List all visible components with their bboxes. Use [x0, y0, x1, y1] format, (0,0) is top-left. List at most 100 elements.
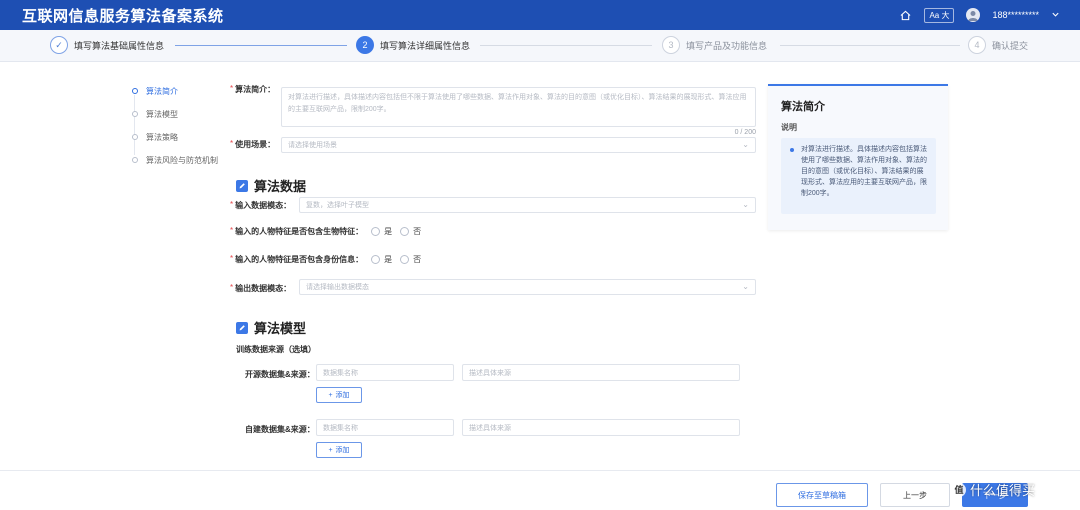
nav-item-strategy[interactable]: 算法策略 — [130, 126, 230, 149]
step-connector — [480, 45, 652, 46]
bullet-dot — [790, 148, 794, 152]
input-modality-select[interactable]: 复数，选择叶子模型 ⌄ — [299, 197, 756, 213]
step-2: 2 填写算法详细属性信息 — [356, 36, 470, 54]
add-label: 添加 — [335, 392, 350, 399]
radio-label: 否 — [413, 255, 422, 264]
nav-dot — [132, 157, 138, 163]
radio-circle — [371, 255, 381, 264]
identity-no-radio[interactable]: 否 — [400, 254, 421, 265]
intro-label: 算法简介： — [235, 85, 276, 94]
edit-icon — [236, 179, 248, 192]
chevron-down-icon[interactable] — [1051, 10, 1060, 21]
plus-icon: + — [328, 391, 333, 399]
step-label: 填写产品及功能信息 — [686, 40, 768, 51]
identity-row: * 输入的人物特征是否包含身份信息： 是 否 — [230, 254, 421, 265]
biometric-no-radio[interactable]: 否 — [400, 226, 421, 237]
intro-textarea[interactable]: 对算法进行描述，具体描述内容包括但不限于算法使用了哪些数据、算法作用对象、算法的… — [281, 87, 756, 127]
output-modality-select[interactable]: 请选择输出数据模态 ⌄ — [299, 279, 756, 295]
scenario-row: * 使用场景： 请选择使用场景 ⌄ — [230, 137, 760, 157]
nav-item-intro[interactable]: 算法简介 — [130, 80, 230, 103]
nav-dot — [132, 88, 138, 94]
required-mark: * — [230, 139, 234, 148]
watermark-text: 什么值得买 — [970, 483, 1036, 498]
section-title-text: 算法数据 — [254, 179, 307, 194]
radio-label: 是 — [384, 255, 393, 264]
prev-step-button[interactable]: 上一步 — [880, 483, 950, 507]
nav-item-label: 算法策略 — [146, 133, 178, 142]
step-label: 填写算法基础属性信息 — [74, 40, 165, 51]
section-title-text: 算法模型 — [254, 321, 307, 336]
nav-item-label: 算法模型 — [146, 110, 178, 119]
own-dataset-row: 自建数据集&来源： — [230, 424, 315, 435]
step-number: 3 — [662, 36, 680, 54]
chevron-down-icon: ⌄ — [742, 200, 749, 209]
required-mark: * — [230, 254, 234, 263]
help-panel: 算法简介 说明 对算法进行描述。具体描述内容包括算法使用了哪些数据、算法作用对象… — [768, 84, 948, 230]
nav-item-model[interactable]: 算法模型 — [130, 103, 230, 126]
radio-circle — [400, 227, 410, 236]
section-title-model: 算法模型 — [236, 318, 306, 337]
biometric-label: 输入的人物特征是否包含生物特征： — [235, 227, 364, 236]
section-title-data: 算法数据 — [236, 176, 306, 195]
footer-bar: 保存至草稿箱 上一步 下一步 — [0, 470, 1080, 510]
radio-circle — [371, 227, 381, 236]
required-mark: * — [230, 200, 234, 209]
app-title: 互联网信息服务算法备案系统 — [22, 7, 224, 25]
scenario-select[interactable]: 请选择使用场景 ⌄ — [281, 137, 756, 153]
top-bar: 互联网信息服务算法备案系统 Aa 大 188********* — [0, 0, 1080, 30]
anchor-nav: 算法简介 算法模型 算法策略 算法风险与防范机制 — [130, 80, 230, 172]
biometric-yes-radio[interactable]: 是 — [371, 226, 392, 237]
output-modality-row: * 输出数据模态： 请选择输出数据模态 ⌄ — [230, 279, 760, 301]
step-connector — [780, 45, 960, 46]
open-dataset-label: 开源数据集&来源： — [245, 370, 315, 379]
top-right-tools: Aa 大 188********* — [898, 0, 1060, 30]
identity-yes-radio[interactable]: 是 — [371, 254, 392, 265]
open-dataset-source-input[interactable]: 描述具体来源 — [462, 364, 740, 381]
step-number: 4 — [968, 36, 986, 54]
watermark-logo-icon: 值 — [952, 482, 966, 497]
step-4: 4 确认提交 — [968, 36, 1028, 54]
open-dataset-add-button[interactable]: + 添加 — [316, 387, 362, 403]
chevron-down-icon: ⌄ — [742, 282, 749, 291]
open-dataset-row: 开源数据集&来源： — [230, 369, 315, 380]
own-dataset-name-input[interactable]: 数据集名称 — [316, 419, 454, 436]
char-counter: 0 / 200 — [734, 129, 756, 136]
plus-icon: + — [328, 446, 333, 454]
step-label: 确认提交 — [992, 40, 1029, 51]
nav-dot — [132, 111, 138, 117]
identity-label: 输入的人物特征是否包含身份信息： — [235, 255, 364, 264]
chevron-down-icon: ⌄ — [742, 140, 749, 149]
own-dataset-label: 自建数据集&来源： — [245, 425, 315, 434]
help-panel-text: 对算法进行描述。具体描述内容包括算法使用了哪些数据、算法作用对象、算法的目的意图… — [801, 146, 927, 197]
input-modality-row: * 输入数据模态： 复数，选择叶子模型 ⌄ — [230, 197, 760, 218]
avatar[interactable] — [966, 8, 981, 22]
open-dataset-name-input[interactable]: 数据集名称 — [316, 364, 454, 381]
step-3: 3 填写产品及功能信息 — [662, 36, 767, 54]
nav-item-label: 算法简介 — [146, 87, 178, 96]
help-panel-subtitle: 说明 — [781, 123, 797, 132]
check-icon: ✓ — [50, 36, 68, 54]
own-dataset-add-button[interactable]: + 添加 — [316, 442, 362, 458]
font-size-button[interactable]: Aa 大 — [924, 7, 955, 23]
edit-icon — [236, 321, 248, 334]
output-modality-placeholder: 请选择输出数据模态 — [306, 284, 369, 291]
add-label: 添加 — [335, 447, 350, 454]
step-connector — [175, 45, 347, 46]
nav-item-risk[interactable]: 算法风险与防范机制 — [130, 149, 230, 172]
radio-circle — [400, 255, 410, 264]
save-draft-button[interactable]: 保存至草稿箱 — [776, 483, 868, 507]
input-modality-label: 输入数据模态： — [235, 201, 292, 210]
nav-item-label: 算法风险与防范机制 — [146, 156, 218, 165]
radio-label: 是 — [384, 227, 393, 236]
training-source-label: 训练数据来源（选填） — [236, 345, 316, 354]
help-panel-title: 算法简介 — [781, 101, 825, 113]
step-1: ✓ 填写算法基础属性信息 — [50, 36, 164, 54]
required-mark: * — [230, 84, 234, 93]
home-icon[interactable] — [898, 8, 912, 22]
user-name[interactable]: 188********* — [992, 10, 1039, 20]
watermark: 值 什么值得买 — [952, 480, 1035, 499]
intro-row: * 算法简介： 对算法进行描述，具体描述内容包括但不限于算法使用了哪些数据、算法… — [230, 84, 760, 140]
output-modality-label: 输出数据模态： — [235, 284, 292, 293]
own-dataset-source-input[interactable]: 描述具体来源 — [462, 419, 740, 436]
scenario-label: 使用场景： — [235, 140, 276, 149]
